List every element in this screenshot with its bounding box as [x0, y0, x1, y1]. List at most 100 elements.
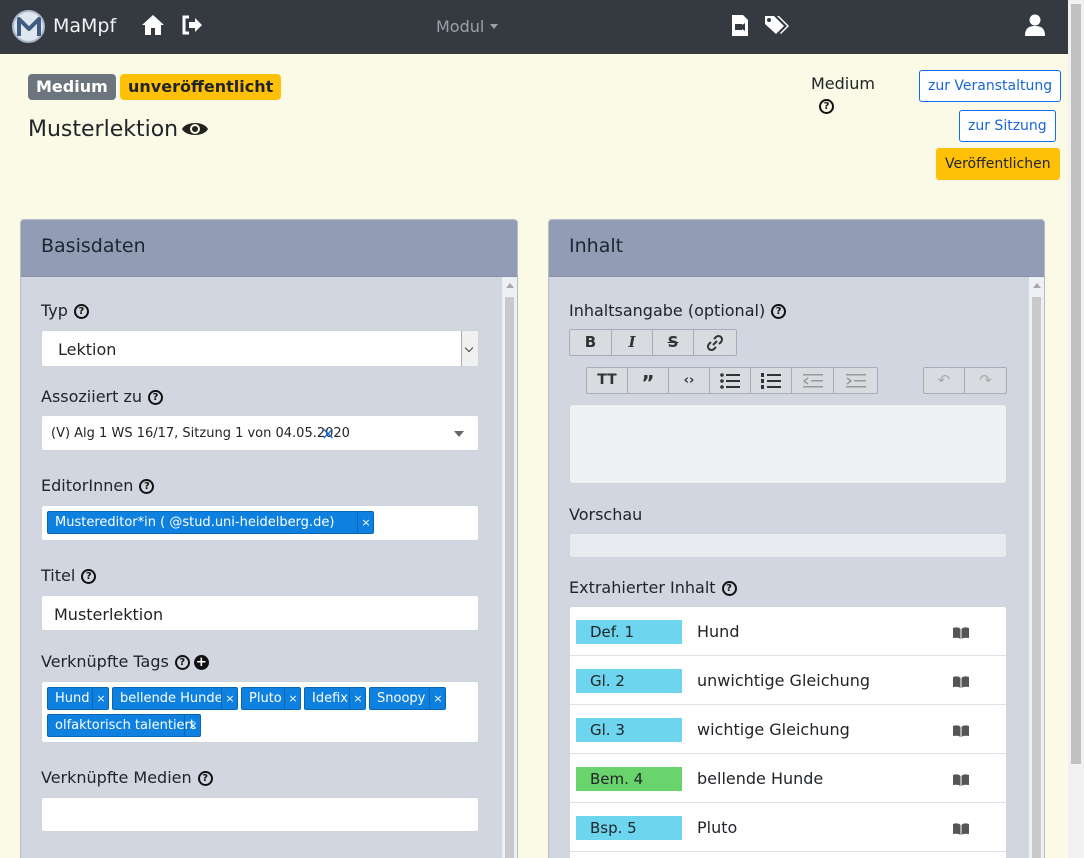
medium-badge: Medium [28, 74, 116, 100]
strikethrough-icon[interactable]: S [653, 330, 694, 355]
medium-label: Medium [811, 74, 875, 93]
book-icon[interactable] [953, 722, 969, 741]
book-icon[interactable] [953, 771, 969, 790]
home-icon[interactable] [141, 14, 165, 40]
to-session-button[interactable]: zur Sitzung [959, 110, 1056, 142]
help-icon[interactable]: ? [819, 99, 834, 114]
extracted-content-list: Def. 1 Hund Gl. 2 unwichtige Gleichung G… [569, 606, 1007, 858]
modul-dropdown[interactable]: Modul [436, 17, 499, 36]
card-header: Inhalt [549, 220, 1044, 277]
item-text: Hund [697, 622, 740, 641]
text-format-toolbar: B I S [569, 329, 737, 356]
block-format-toolbar: TT ” ‹› [586, 367, 878, 395]
card-header: Basisdaten [21, 220, 517, 277]
assoc-label: Assoziiert zu? [41, 387, 164, 406]
page-title: Musterlektion [28, 117, 179, 142]
typ-label: Typ? [41, 301, 89, 320]
tag-chip: bellende Hunde × [112, 687, 238, 710]
item-text: Pluto [697, 818, 738, 837]
user-icon[interactable] [1025, 14, 1045, 40]
item-text: wichtige Gleichung [697, 720, 850, 739]
bold-icon[interactable]: B [570, 330, 612, 355]
help-icon[interactable]: ? [73, 304, 89, 319]
media-input[interactable] [41, 797, 479, 832]
editor-tag: Mustereditor*in ( @stud.uni-heidelberg.d… [47, 511, 374, 534]
card-heading: Basisdaten [41, 235, 146, 257]
eye-icon[interactable] [181, 119, 209, 143]
top-navbar: MaMpf Modul [0, 0, 1068, 54]
brand-name[interactable]: MaMpf [53, 15, 116, 37]
clear-icon[interactable]: × [321, 424, 335, 444]
card-scrollbar[interactable] [502, 277, 517, 858]
tag-chip: olfaktorisch talentiert × [47, 714, 201, 737]
logout-icon[interactable] [181, 14, 203, 40]
numbered-list-icon[interactable] [751, 368, 792, 393]
preview-box [569, 533, 1007, 558]
undo-icon[interactable]: ↶ [924, 368, 965, 393]
caret-down-icon [490, 24, 499, 29]
summary-editor[interactable] [569, 404, 1007, 484]
publish-button[interactable]: Veröffentlichen [936, 148, 1060, 180]
outdent-icon[interactable] [792, 368, 834, 393]
help-icon[interactable]: ? [721, 581, 737, 596]
typ-select[interactable]: Lektion [41, 330, 479, 367]
card-heading: Inhalt [569, 235, 624, 257]
tags-label: Verknüpfte Tags? + [41, 652, 209, 671]
remove-tag-icon[interactable]: × [184, 715, 201, 736]
card-scrollbar[interactable] [1029, 277, 1044, 858]
history-toolbar: ↶ ↷ [923, 367, 1007, 394]
list-item[interactable]: Gl. 3 wichtige Gleichung [570, 705, 1006, 754]
help-icon[interactable]: ? [81, 569, 97, 584]
help-icon[interactable]: ? [148, 390, 164, 405]
remove-tag-icon[interactable]: × [429, 688, 446, 709]
redo-icon[interactable]: ↷ [965, 368, 1006, 393]
book-icon[interactable] [953, 820, 969, 839]
heading-icon[interactable]: TT [587, 368, 628, 393]
help-icon[interactable]: ? [174, 655, 190, 670]
list-item[interactable]: Def. 1 Hund [570, 607, 1006, 656]
book-icon[interactable] [953, 624, 969, 643]
italic-icon[interactable]: I [612, 330, 653, 355]
list-item[interactable]: Gl. 2 unwichtige Gleichung [570, 656, 1006, 705]
help-icon[interactable]: ? [771, 304, 787, 319]
assoc-value: (V) Alg 1 WS 16/17, Sitzung 1 von 04.05.… [51, 426, 350, 441]
item-tag: Gl. 3 [576, 718, 682, 742]
remove-tag-icon[interactable]: × [284, 688, 301, 709]
code-icon[interactable]: ‹› [669, 368, 710, 393]
remove-tag-icon[interactable]: × [357, 512, 374, 533]
item-tag: Def. 1 [576, 620, 682, 644]
item-text: unwichtige Gleichung [697, 671, 871, 690]
help-icon[interactable]: ? [139, 479, 155, 494]
tag-chip: Hund × [47, 687, 109, 710]
remove-tag-icon[interactable]: × [221, 688, 238, 709]
tags-icon[interactable] [764, 14, 792, 40]
list-item[interactable]: Bsp. 5 Pluto [570, 803, 1006, 852]
file-video-icon[interactable] [731, 14, 749, 41]
status-badge: unveröffentlicht [120, 74, 282, 100]
help-icon[interactable]: ? [197, 771, 213, 786]
remove-tag-icon[interactable]: × [349, 688, 366, 709]
dropdown-arrow-icon[interactable] [454, 431, 464, 437]
indent-icon[interactable] [834, 368, 877, 393]
book-icon[interactable] [953, 673, 969, 692]
item-tag: Gl. 2 [576, 669, 682, 693]
chevron-down-icon[interactable] [461, 331, 478, 366]
bullet-list-icon[interactable] [710, 368, 751, 393]
title-label: Titel? [41, 566, 97, 585]
preview-label: Vorschau [569, 505, 643, 524]
item-tag: Bem. 4 [576, 767, 682, 791]
assoc-select[interactable]: (V) Alg 1 WS 16/17, Sitzung 1 von 04.05.… [41, 415, 479, 451]
item-tag: Bsp. 5 [576, 816, 682, 840]
extracted-label: Extrahierter Inhalt? [569, 578, 737, 597]
page-scrollbar[interactable] [1068, 0, 1084, 858]
title-input[interactable]: Musterlektion [41, 595, 479, 631]
item-text: bellende Hunde [697, 769, 824, 788]
link-icon[interactable] [694, 330, 736, 355]
remove-tag-icon[interactable]: × [92, 688, 109, 709]
list-item[interactable]: Bem. 4 bellende Hunde [570, 754, 1006, 803]
to-course-button[interactable]: zur Veranstaltung [919, 70, 1062, 102]
tag-chip: Idefix × [304, 687, 366, 710]
add-tag-icon[interactable]: + [193, 655, 209, 670]
quote-icon[interactable]: ” [628, 368, 669, 395]
mampf-logo[interactable] [12, 10, 45, 43]
